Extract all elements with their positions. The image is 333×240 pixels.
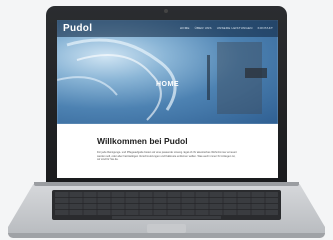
- hero-banner: Pudol HOME ÜBER UNS UNSERE LEISTUNGEN KO…: [57, 20, 278, 124]
- keyboard: [52, 190, 281, 220]
- hero-title: HOME: [156, 81, 179, 88]
- laptop-screen: Pudol HOME ÜBER UNS UNSERE LEISTUNGEN KO…: [57, 20, 278, 178]
- laptop-mockup: Pudol HOME ÜBER UNS UNSERE LEISTUNGEN KO…: [0, 0, 333, 240]
- site-nav-menu: HOME ÜBER UNS UNSERE LEISTUNGEN KONTAKT: [180, 26, 273, 30]
- nav-kontakt[interactable]: KONTAKT: [258, 26, 273, 30]
- nav-leistungen[interactable]: UNSERE LEISTUNGEN: [217, 26, 253, 30]
- nav-ueber-uns[interactable]: ÜBER UNS: [195, 26, 212, 30]
- content-section: Willkommen bei Pudol Für jede Reinigungs…: [57, 124, 278, 178]
- webcam: [164, 9, 168, 13]
- site-logo[interactable]: Pudol: [63, 23, 92, 34]
- nav-home[interactable]: HOME: [180, 26, 190, 30]
- laptop-hinge: [34, 182, 299, 186]
- intro-paragraph: Für jede Reinigungs- und Pflegeaufgabe b…: [97, 151, 237, 162]
- site-navbar: Pudol HOME ÜBER UNS UNSERE LEISTUNGEN KO…: [57, 20, 278, 37]
- keyboard-keys: [55, 192, 278, 219]
- laptop-front-edge: [8, 233, 325, 238]
- trackpad: [147, 224, 186, 233]
- welcome-heading: Willkommen bei Pudol: [97, 136, 188, 146]
